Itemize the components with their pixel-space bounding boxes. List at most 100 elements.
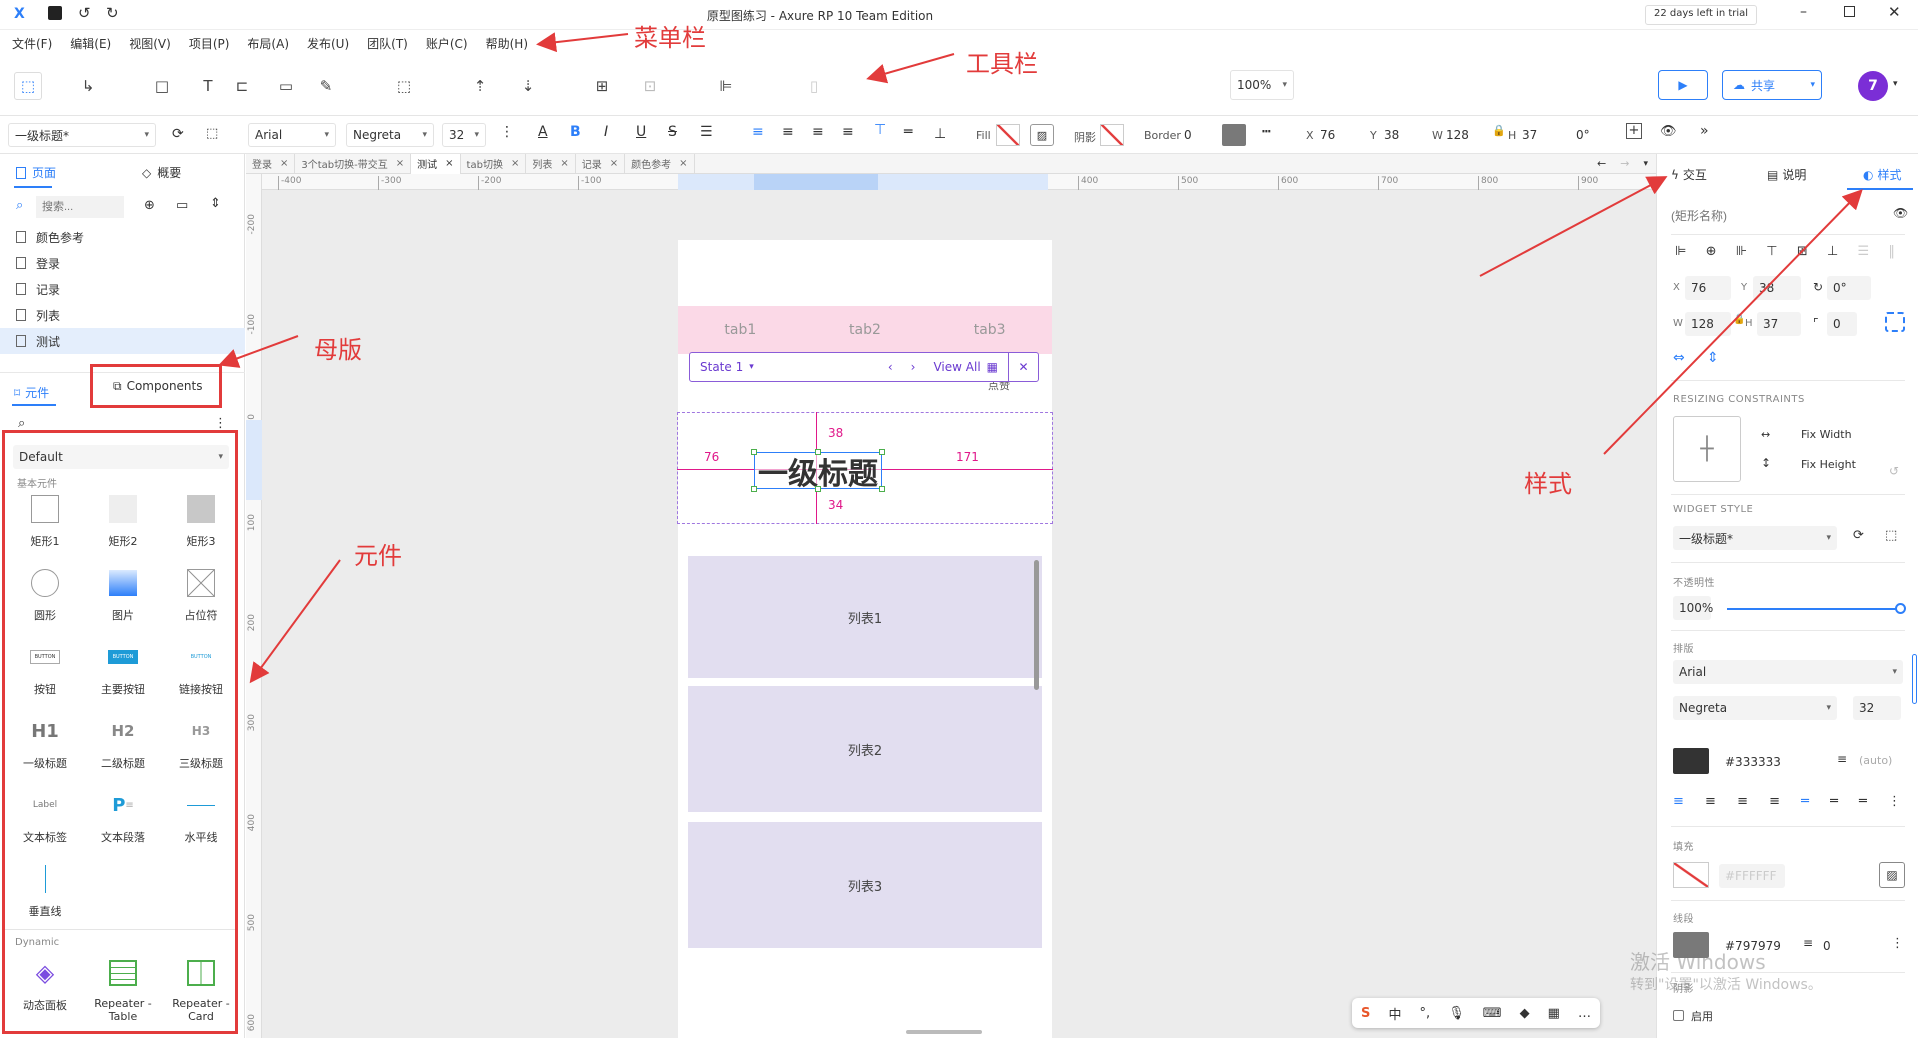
border-width-value[interactable]: 0 xyxy=(1184,123,1192,147)
eye-icon[interactable]: 👁 xyxy=(1893,206,1908,220)
menu-publish[interactable]: 发布(U) xyxy=(307,35,349,52)
border-width-field[interactable]: 0 xyxy=(1817,934,1857,958)
flip-vertical-icon[interactable]: ⇕ xyxy=(1707,350,1719,366)
doc-tab[interactable]: 颜色参考 × xyxy=(625,153,695,174)
more-icon[interactable]: … xyxy=(1578,1006,1591,1021)
close-icon[interactable]: ✕ xyxy=(1008,353,1038,381)
valign-top-icon[interactable]: ═ xyxy=(1801,794,1809,809)
widget-repeater-card[interactable]: Repeater - Card xyxy=(161,955,241,1023)
image-fill-icon[interactable]: ▨ xyxy=(1030,124,1054,146)
flip-horizontal-icon[interactable]: ⇔ xyxy=(1673,350,1685,366)
align-left-icon[interactable]: ⊫ xyxy=(1675,244,1686,259)
font-color-icon[interactable]: A xyxy=(538,124,548,140)
resize-handle[interactable] xyxy=(879,486,885,492)
chevron-down-icon[interactable]: ▾ xyxy=(749,362,754,372)
add-icon[interactable]: + xyxy=(1626,123,1642,139)
widget-h2[interactable]: H2 二级标题 xyxy=(83,713,163,771)
align-left-icon[interactable]: ≡ xyxy=(752,124,764,140)
chevron-down-icon[interactable]: ▾ xyxy=(1893,79,1898,89)
chevron-down-icon[interactable]: ▾ xyxy=(1643,159,1648,169)
chevron-left-icon[interactable]: ‹ xyxy=(888,360,893,374)
doc-tab[interactable]: 3个tab切换-带交互 × xyxy=(295,153,412,174)
scrollbar-h[interactable] xyxy=(906,1030,982,1034)
grid-icon[interactable]: ▦ xyxy=(987,360,998,374)
tab-notes[interactable]: ▤ 说明 xyxy=(1767,166,1806,183)
widget-image[interactable]: 图片 xyxy=(83,565,163,623)
widget-name-input[interactable] xyxy=(1671,204,1881,228)
add-folder-icon[interactable]: ▭ xyxy=(176,198,188,213)
list-item[interactable]: 列表3 xyxy=(688,822,1042,948)
shadow-checkbox[interactable] xyxy=(1673,1010,1684,1021)
tab-style[interactable]: ◐ 样式 xyxy=(1863,166,1902,183)
share-button[interactable]: ☁ 共享 ▾ xyxy=(1722,70,1822,100)
fix-height-icon[interactable]: ↕ xyxy=(1761,456,1771,470)
library-select[interactable]: Default ▾ xyxy=(13,445,229,469)
page-item[interactable]: .列表 xyxy=(0,302,245,328)
font-weight-select[interactable]: Negreta ▾ xyxy=(1673,696,1837,720)
widget-rect3[interactable]: 矩形3 xyxy=(161,491,241,549)
arrow-left-icon[interactable]: ← xyxy=(1597,157,1606,170)
align-bottom-icon[interactable]: ⊥ xyxy=(1827,244,1838,259)
opacity-slider[interactable] xyxy=(1727,608,1899,610)
tab-components[interactable]: ⧉ Components xyxy=(90,364,222,408)
italic-icon[interactable]: I xyxy=(604,124,608,140)
style-select[interactable]: 一级标题* ▾ xyxy=(8,123,156,147)
add-page-icon[interactable]: ⊕ xyxy=(144,198,155,213)
fill-color-field[interactable]: #FFFFFF xyxy=(1719,864,1785,888)
h-field[interactable]: 37 xyxy=(1522,123,1537,147)
tab-item[interactable]: tab3 xyxy=(974,322,1006,338)
avatar[interactable]: 7 xyxy=(1858,71,1888,101)
distribute-h-icon[interactable]: ☰ xyxy=(1858,244,1870,259)
doc-tab-active[interactable]: 测试 × xyxy=(411,153,461,174)
connector-tool-icon[interactable]: ↳ xyxy=(74,72,102,100)
dropdown-tool-icon[interactable]: ▭ xyxy=(272,72,300,100)
grid-icon[interactable]: ▦ xyxy=(1548,1006,1560,1021)
rotation-field[interactable]: 0° xyxy=(1827,276,1871,300)
skin-icon[interactable]: ◆ xyxy=(1520,1006,1530,1021)
constraints-widget[interactable]: ┼ xyxy=(1673,416,1741,482)
widget-dynamic-panel[interactable]: ◈ 动态面板 xyxy=(5,955,85,1013)
reset-icon[interactable]: ↺ xyxy=(1889,464,1899,478)
align-right-icon[interactable]: ≡ xyxy=(812,124,824,140)
rectangle-tool-icon[interactable]: □ xyxy=(148,72,176,100)
bold-icon[interactable]: B xyxy=(570,124,581,140)
preview-button[interactable]: ▶ xyxy=(1658,70,1708,100)
ungroup-icon[interactable]: ⊡ xyxy=(636,72,664,100)
valign-middle-icon[interactable]: ═ xyxy=(904,124,912,140)
resize-handle[interactable] xyxy=(815,449,821,455)
select-tool-icon[interactable]: ⬚ xyxy=(14,72,42,100)
menu-team[interactable]: 团队(T) xyxy=(367,35,408,52)
keyboard-icon[interactable]: ⌨ xyxy=(1483,1006,1502,1021)
doc-tab[interactable]: 记录 × xyxy=(576,153,626,174)
border-color-swatch[interactable] xyxy=(1222,124,1246,146)
font-color-swatch[interactable] xyxy=(1673,748,1709,774)
y-field[interactable]: 38 xyxy=(1753,276,1801,300)
align-left-icon[interactable]: ≡ xyxy=(1673,794,1684,809)
x-field[interactable]: 76 xyxy=(1320,123,1335,147)
widget-rect2[interactable]: 矩形2 xyxy=(83,491,163,549)
text-tool-icon[interactable]: T xyxy=(194,72,222,100)
scrollbar[interactable] xyxy=(1912,654,1917,704)
line-spacing-field[interactable]: (auto) xyxy=(1859,754,1892,767)
page-item[interactable]: .颜色参考 xyxy=(0,224,245,250)
widget-rect1[interactable]: 矩形1 xyxy=(5,491,85,549)
widget-primary-button[interactable]: BUTTON 主要按钮 xyxy=(83,639,163,697)
more-icon[interactable]: ⋮ xyxy=(1891,936,1904,951)
resize-handle[interactable] xyxy=(815,486,821,492)
font-weight-select[interactable]: Negreta ▾ xyxy=(346,123,434,147)
send-back-icon[interactable]: ⇣ xyxy=(514,72,542,100)
widget-h1[interactable]: H1 一级标题 xyxy=(5,713,85,771)
tab-library[interactable]: ⌑ 元件 xyxy=(14,384,49,401)
align-right-icon[interactable]: ⊪ xyxy=(1736,244,1747,259)
zoom-select[interactable]: 100% ▾ xyxy=(1230,70,1294,100)
arrow-right-icon[interactable]: → xyxy=(1620,157,1629,170)
minimize-icon[interactable]: – xyxy=(1800,4,1807,20)
input-tool-icon[interactable]: ⊏ xyxy=(228,72,256,100)
mic-icon[interactable]: 🎙 xyxy=(1448,1006,1465,1021)
sort-icon[interactable]: ⇕ xyxy=(210,196,221,211)
more-icon[interactable]: ⋮ xyxy=(1888,794,1901,809)
resize-handle[interactable] xyxy=(751,449,757,455)
font-family-select[interactable]: Arial ▾ xyxy=(1673,660,1903,684)
trial-badge[interactable]: 22 days left in trial xyxy=(1645,5,1758,25)
search-icon[interactable]: ⌕ xyxy=(18,416,25,431)
